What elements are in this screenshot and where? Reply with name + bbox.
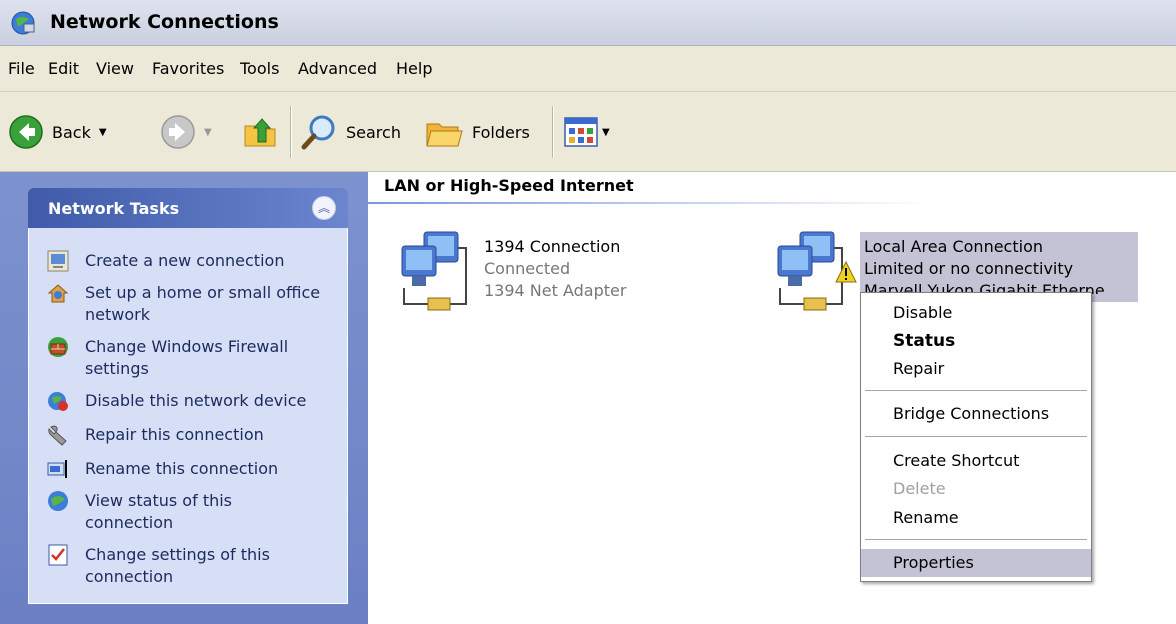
folders-label: Folders	[472, 122, 530, 142]
context-menu: Disable Status Repair Bridge Connections…	[860, 292, 1092, 582]
menu-item-rename[interactable]: Rename	[861, 504, 1091, 532]
chevron-down-icon[interactable]: ▼	[99, 127, 107, 138]
up-folder-icon	[244, 118, 276, 147]
group-divider	[368, 202, 1176, 204]
home-network-icon	[47, 284, 69, 303]
menu-edit[interactable]: Edit	[48, 59, 79, 78]
task-create-connection[interactable]: Create a new connection	[47, 250, 325, 272]
task-label: View status of this connection	[85, 491, 233, 532]
toolbar-separator	[552, 106, 553, 158]
menu-view[interactable]: View	[96, 59, 134, 78]
menu-item-status[interactable]: Status	[861, 327, 1091, 355]
forward-arrow-icon	[161, 115, 195, 149]
view-status-icon	[48, 491, 68, 511]
network-tasks-list: Create a new connection Set up a home or…	[28, 228, 348, 604]
menu-separator	[865, 539, 1087, 540]
network-tasks-box: Network Tasks ︽ Create a new connection …	[28, 188, 348, 604]
rename-icon	[47, 460, 67, 478]
menu-separator	[865, 436, 1087, 437]
chevron-down-icon[interactable]: ▼	[602, 127, 610, 138]
network-connections-icon	[11, 11, 35, 35]
task-change-settings[interactable]: Change settings of this connection	[47, 544, 325, 588]
task-label: Create a new connection	[85, 251, 285, 270]
toolbar: Back ▼ ▼ Search Folders ▼	[0, 92, 1176, 172]
task-home-network[interactable]: Set up a home or small office network	[47, 282, 325, 326]
menu-item-disable[interactable]: Disable	[861, 299, 1091, 327]
menu-item-repair[interactable]: Repair	[861, 355, 1091, 383]
menu-favorites[interactable]: Favorites	[152, 59, 224, 78]
menu-tools[interactable]: Tools	[240, 59, 279, 78]
folders-button[interactable]: Folders	[424, 92, 530, 172]
menu-help[interactable]: Help	[396, 59, 432, 78]
task-disable-device[interactable]: Disable this network device	[47, 390, 325, 412]
menu-separator	[865, 390, 1087, 391]
network-tasks-title: Network Tasks	[48, 199, 180, 218]
views-icon	[564, 117, 598, 147]
collapse-icon[interactable]: ︽	[312, 196, 336, 220]
up-folder-button[interactable]	[242, 92, 278, 172]
views-button[interactable]: ▼	[564, 92, 610, 172]
network-connection-icon	[401, 231, 467, 311]
new-connection-icon	[47, 250, 69, 272]
forward-button[interactable]: ▼	[160, 92, 212, 172]
repair-wrench-icon	[48, 425, 67, 446]
back-arrow-icon	[9, 115, 43, 149]
menu-advanced[interactable]: Advanced	[298, 59, 377, 78]
group-header: LAN or High-Speed Internet	[384, 176, 634, 195]
back-button[interactable]: Back ▼	[8, 92, 107, 172]
connection-device: 1394 Net Adapter	[484, 281, 627, 300]
search-label: Search	[346, 122, 401, 142]
window-title: Network Connections	[50, 11, 279, 33]
menu-file[interactable]: File	[8, 59, 35, 78]
connection-text: Local Area Connection Limited or no conn…	[864, 236, 1140, 294]
properties-icon	[48, 544, 68, 566]
menu-bar: File Edit View Favorites Tools Advanced …	[0, 46, 1176, 92]
menu-item-bridge-connections[interactable]: Bridge Connections	[861, 400, 1091, 428]
connection-status: Limited or no connectivity	[864, 259, 1074, 278]
task-label: Rename this connection	[85, 459, 279, 478]
search-button[interactable]: Search	[300, 92, 401, 172]
network-warning-icon	[777, 231, 857, 311]
task-label: Change settings of this connection	[85, 545, 270, 586]
menu-item-properties[interactable]: Properties	[861, 549, 1091, 577]
title-bar: Network Connections	[0, 0, 1176, 46]
task-label: Set up a home or small office network	[85, 283, 321, 324]
task-label: Disable this network device	[85, 391, 307, 410]
task-pane: Network Tasks ︽ Create a new connection …	[0, 172, 368, 624]
search-icon	[301, 115, 335, 150]
connection-text: 1394 Connection Connected 1394 Net Adapt…	[484, 236, 724, 302]
task-label: Repair this connection	[85, 425, 264, 444]
menu-item-create-shortcut[interactable]: Create Shortcut	[861, 447, 1091, 475]
network-tasks-header[interactable]: Network Tasks ︽	[28, 188, 348, 228]
connection-status: Connected	[484, 259, 571, 278]
task-label: Change Windows Firewall settings	[85, 337, 289, 378]
disable-device-icon	[48, 392, 68, 411]
folders-icon	[426, 123, 463, 147]
menu-item-delete: Delete	[893, 479, 946, 498]
connection-name: Local Area Connection	[864, 237, 1043, 256]
firewall-icon	[48, 337, 68, 357]
task-repair[interactable]: Repair this connection	[47, 424, 325, 446]
chevron-down-icon[interactable]: ▼	[204, 127, 212, 138]
toolbar-separator	[290, 106, 291, 158]
task-rename[interactable]: Rename this connection	[47, 458, 325, 480]
task-firewall[interactable]: Change Windows Firewall settings	[47, 336, 325, 380]
connection-name: 1394 Connection	[484, 237, 621, 256]
task-view-status[interactable]: View status of this connection	[47, 490, 325, 534]
back-label: Back	[52, 122, 91, 142]
